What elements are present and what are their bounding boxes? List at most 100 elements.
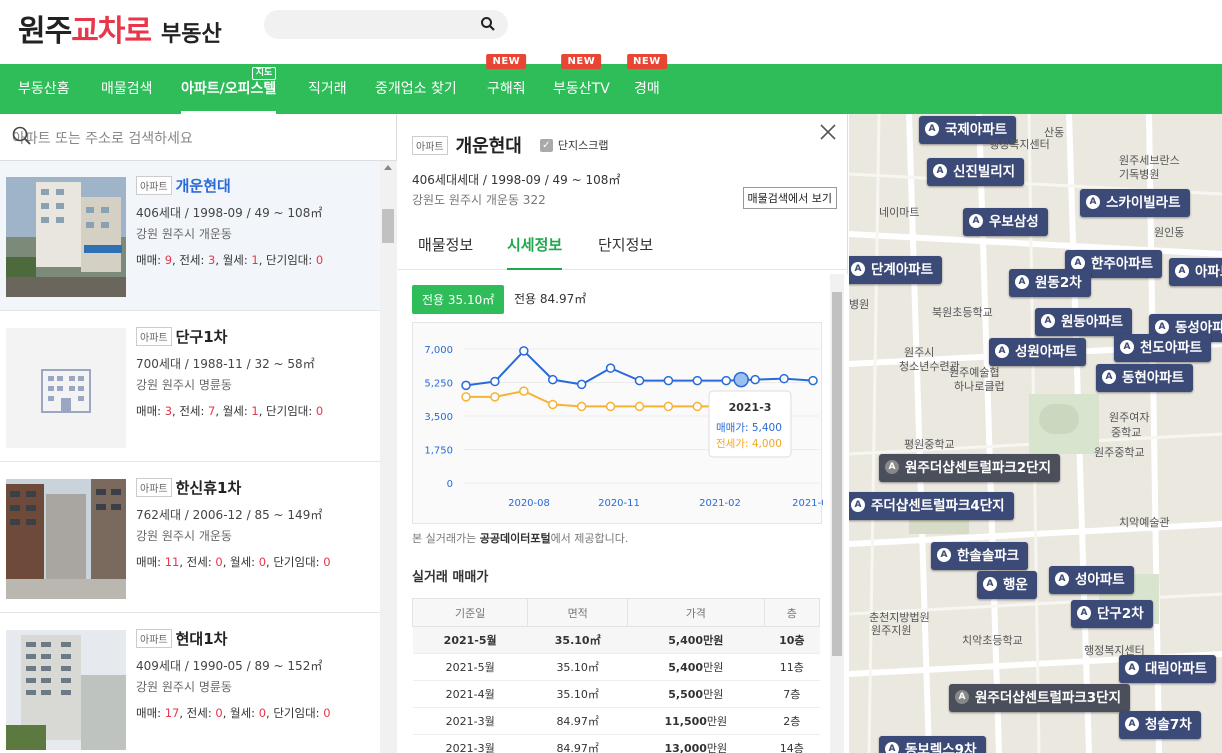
row-floor: 10층 (764, 626, 820, 654)
row-floor: 11층 (764, 653, 820, 681)
nav-item-home[interactable]: 부동산홈 (18, 64, 70, 114)
apartment-name[interactable]: 개운현대 (176, 177, 231, 195)
map-marker[interactable]: A 동현아파트 (1096, 364, 1194, 392)
scrollbar-thumb[interactable] (832, 292, 842, 656)
scrap-checkbox[interactable]: ✓ (539, 138, 553, 152)
tab-complex[interactable]: 단지정보 (598, 234, 653, 270)
short-count: 0 (315, 253, 324, 267)
building-placeholder-icon (6, 328, 126, 448)
scrap-checkbox-label[interactable]: 단지스크랩 (558, 137, 609, 153)
map-place-label: 북원초등학교 (932, 306, 993, 319)
view-in-search-button[interactable]: 매물검색에서 보기 (742, 187, 837, 209)
price-value: 5,400 (668, 634, 704, 647)
listing-counts: 매매: 9, 전세: 3, 월세: 1, 단기임대: 0 (136, 253, 324, 267)
transaction-table: 기준일 면적 가격 층 2021-5월 35.10㎡ 5,400만원 10층 2… (411, 598, 821, 753)
map-marker[interactable]: A 원동2차 (1009, 269, 1091, 297)
nav-item-search[interactable]: 매물검색 (101, 64, 153, 114)
apartment-name[interactable]: 한신휴1차 (176, 479, 242, 497)
nav-item-request[interactable]: 구해줘 NEW (486, 54, 527, 114)
detail-scrollbar[interactable] (830, 274, 844, 753)
nav-item-auction[interactable]: 경매 NEW (627, 54, 667, 114)
row-floor: 7층 (764, 680, 820, 708)
top-search-input[interactable] (264, 10, 508, 39)
map-marker-label: 원주더샵센트럴파크3단지 (975, 690, 1122, 706)
data-point (519, 346, 529, 356)
highlight-point (733, 371, 749, 388)
apartment-address: 강원 원주시 개운동 (136, 227, 232, 241)
row-price: 5,400만원 (627, 626, 765, 654)
monthly-label: 월세: (222, 404, 252, 418)
map-marker[interactable]: A 아파트 (1169, 258, 1222, 286)
price-unit: 만원 (703, 661, 724, 674)
map-marker[interactable]: A 우보삼성 (963, 208, 1048, 236)
apartment-name[interactable]: 단구1차 (176, 328, 228, 346)
scroll-up-icon[interactable] (384, 165, 392, 170)
list-item[interactable]: 아파트 개운현대 406세대 / 1998-09 / 49 ~ 108㎡ 강원 원… (0, 161, 380, 311)
data-point (721, 375, 731, 386)
apartment-marker-icon: A (995, 344, 1009, 358)
map-marker[interactable]: A 단계아파트 (849, 256, 943, 284)
map-marker[interactable]: A 원주더샵센트럴파크3단지 (949, 684, 1131, 712)
table-header: 층 (763, 598, 821, 627)
nav-label: 중개업소 찾기 (375, 81, 457, 97)
map-view[interactable]: A국제아파트A신진빌리지A스카이빌라트A우보삼성A단계아파트A한주아파트A아파트… (849, 114, 1222, 753)
nav-item-tv[interactable]: 부동산TV NEW (553, 54, 610, 114)
map-marker[interactable]: A 성아파트 (1049, 566, 1134, 594)
nav-item-direct[interactable]: 직거래 (308, 64, 347, 114)
logo-text-1: 원주 (18, 14, 72, 49)
size-button[interactable]: 전용 84.97㎡ (514, 290, 586, 307)
nav-label: 부동산홈 (18, 81, 70, 97)
map-marker[interactable]: A 원동아파트 (1035, 308, 1133, 336)
map-badge: 지도 (251, 67, 277, 80)
tab-listing[interactable]: 매물정보 (418, 234, 473, 270)
site-logo[interactable]: 원주 교차로 부동산 (18, 6, 222, 49)
map-marker-label: 주더샵센트럴파크4단지 (871, 498, 1005, 514)
short-label: 단기임대: (273, 555, 324, 569)
map-place-label: 원주지원 (871, 624, 912, 637)
scrollbar-thumb[interactable] (382, 209, 394, 243)
map-marker[interactable]: A 천도아파트 (1114, 334, 1212, 362)
apartment-marker-icon: A (1055, 572, 1069, 586)
list-search-input[interactable]: 아파트 또는 주소로 검색하세요 (0, 114, 397, 161)
apartment-marker-icon: A (969, 214, 983, 228)
list-item[interactable]: 아파트 단구1차 700세대 / 1988-11 / 32 ~ 58㎡ 강원 원주… (0, 312, 380, 462)
apartment-marker-icon: A (885, 742, 899, 753)
map-marker[interactable]: A 주더샵센트럴파크4단지 (849, 492, 1014, 520)
row-area: 35.10㎡ (527, 680, 628, 708)
listing-counts: 매매: 3, 전세: 7, 월세: 1, 단기임대: 0 (136, 404, 324, 418)
tab-price[interactable]: 시세정보 (507, 234, 563, 270)
map-marker[interactable]: A 단구2차 (1071, 600, 1153, 628)
apartment-marker-icon: A (1086, 195, 1100, 209)
map-marker[interactable]: A 스카이빌라트 (1080, 189, 1190, 217)
map-marker[interactable]: A 원주더샵센트럴파크2단지 (879, 454, 1061, 482)
y-tick-label: 3,500 (424, 412, 453, 423)
map-marker[interactable]: A 행운 (977, 571, 1037, 599)
apartment-name[interactable]: 현대1차 (176, 630, 228, 648)
map-marker[interactable]: A 성원아파트 (989, 338, 1087, 366)
nav-item-apartment[interactable]: 아파트/오피스텔 지도 (181, 64, 277, 114)
apartment-photo (6, 479, 126, 599)
list-item[interactable]: 아파트 한신휴1차 762세대 / 2006-12 / 85 ~ 149㎡ 강원 … (0, 463, 380, 613)
map-marker-label: 동현아파트 (1122, 370, 1185, 386)
map-marker[interactable]: A 청솔7차 (1119, 711, 1201, 739)
table-header: 기준일 (411, 598, 529, 627)
list-item[interactable]: 아파트 현대1차 409세대 / 1990-05 / 89 ~ 152㎡ 강원 원… (0, 614, 380, 753)
row-price: 5,500만원 (627, 680, 765, 708)
search-icon[interactable] (12, 126, 387, 150)
apartment-address: 강원 원주시 명륜동 (136, 680, 232, 694)
map-marker[interactable]: A 대림아파트 (1119, 655, 1217, 683)
map-marker[interactable]: A 한솔솔파크 (931, 542, 1029, 570)
map-marker[interactable]: A 신진빌리지 (927, 158, 1025, 186)
search-icon[interactable] (480, 16, 496, 36)
short-count: 0 (323, 555, 331, 569)
data-point (548, 374, 558, 385)
nav-item-agency[interactable]: 중개업소 찾기 (375, 64, 457, 114)
close-icon[interactable] (819, 122, 837, 147)
price-chart: 7,000 5,250 3,500 1,750 0 2020-08 2020-11 2021-… (412, 322, 834, 524)
size-button-active[interactable]: 전용 35.10㎡ (412, 285, 505, 314)
data-point (576, 379, 587, 390)
map-marker[interactable]: A 동보렉스9차 (879, 736, 986, 753)
tooltip-title: 2021-3 (729, 401, 772, 414)
list-scrollbar[interactable] (380, 161, 397, 753)
apartment-info: 700세대 / 1988-11 / 32 ~ 58㎡ (136, 357, 315, 371)
